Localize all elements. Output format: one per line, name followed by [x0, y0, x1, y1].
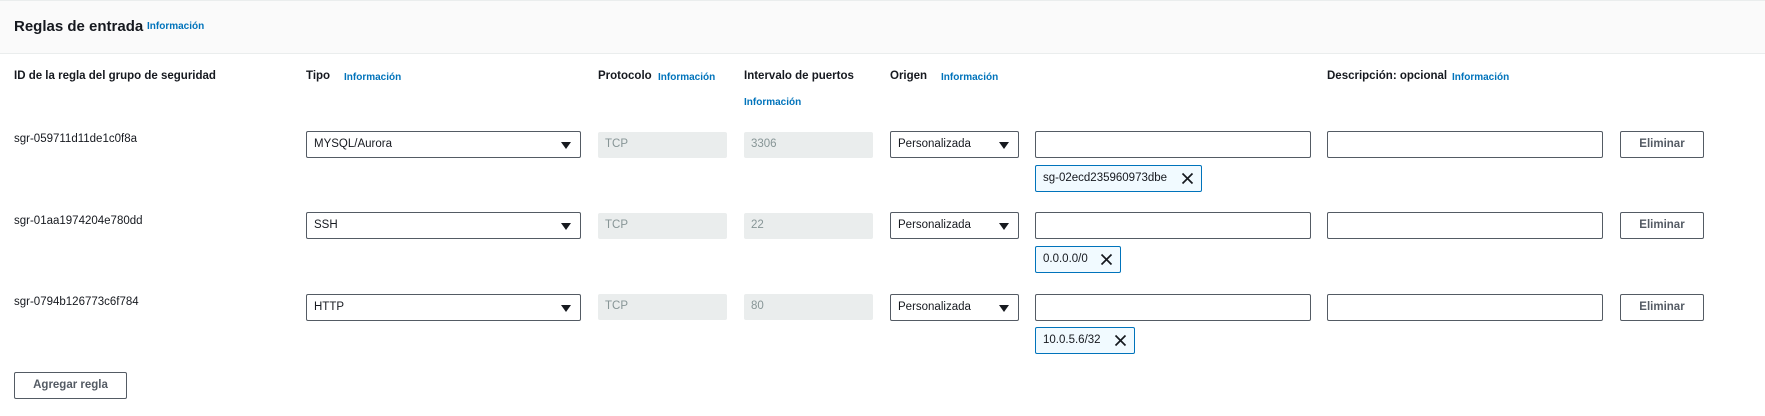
- close-icon[interactable]: [1100, 253, 1113, 266]
- source-info-link[interactable]: Información: [941, 72, 998, 83]
- delete-rule-button[interactable]: Eliminar: [1620, 294, 1704, 321]
- caret-down-icon: [561, 142, 571, 149]
- caret-down-icon: [999, 305, 1009, 312]
- source-type-select[interactable]: Personalizada: [890, 294, 1019, 321]
- close-icon[interactable]: [1181, 172, 1194, 185]
- add-rule-button[interactable]: Agregar regla: [14, 372, 127, 399]
- port-range-field: 22: [744, 213, 873, 239]
- column-header-source: Origen: [890, 70, 928, 82]
- type-select[interactable]: SSH: [306, 212, 581, 239]
- column-header-port-range: Intervalo de puertos: [744, 70, 854, 82]
- source-type-value: Personalizada: [898, 219, 971, 231]
- description-input[interactable]: [1327, 131, 1603, 158]
- description-input[interactable]: [1327, 294, 1603, 321]
- protocol-field: TCP: [598, 294, 727, 320]
- protocol-info-link[interactable]: Información: [658, 72, 715, 83]
- close-icon[interactable]: [1114, 334, 1127, 347]
- column-header-protocol: Protocolo: [598, 70, 652, 82]
- source-type-select[interactable]: Personalizada: [890, 212, 1019, 239]
- source-token: sg-02ecd235960973dbe: [1035, 165, 1202, 192]
- caret-down-icon: [561, 223, 571, 230]
- port-range-field: 3306: [744, 132, 873, 158]
- source-type-value: Personalizada: [898, 138, 971, 150]
- type-select-value: HTTP: [314, 301, 345, 313]
- description-info-link[interactable]: Información: [1452, 72, 1509, 83]
- source-token-value: 10.0.5.6/32: [1043, 334, 1101, 346]
- type-select-value: MYSQL/Aurora: [314, 138, 392, 150]
- type-info-link[interactable]: Información: [344, 72, 401, 83]
- type-select[interactable]: MYSQL/Aurora: [306, 131, 581, 158]
- section-header: Reglas de entrada Información: [0, 0, 1765, 54]
- column-header-rule-id: ID de la regla del grupo de seguridad: [14, 70, 216, 82]
- port-range-info-link[interactable]: Información: [744, 97, 801, 108]
- source-search-input[interactable]: [1035, 212, 1311, 239]
- description-input[interactable]: [1327, 212, 1603, 239]
- rule-id: sgr-0794b126773c6f784: [14, 296, 139, 308]
- protocol-field: TCP: [598, 213, 727, 239]
- port-range-field: 80: [744, 294, 873, 320]
- source-token: 0.0.0.0/0: [1035, 246, 1121, 273]
- delete-rule-button[interactable]: Eliminar: [1620, 131, 1704, 158]
- rule-id: sgr-059711d11de1c0f8a: [14, 133, 137, 145]
- caret-down-icon: [999, 142, 1009, 149]
- caret-down-icon: [561, 305, 571, 312]
- source-type-select[interactable]: Personalizada: [890, 131, 1019, 158]
- rule-id: sgr-01aa1974204e780dd: [14, 215, 143, 227]
- source-type-value: Personalizada: [898, 301, 971, 313]
- source-token: 10.0.5.6/32: [1035, 327, 1135, 354]
- source-token-value: 0.0.0.0/0: [1043, 253, 1088, 265]
- column-header-description: Descripción: opcional: [1327, 70, 1448, 82]
- type-select[interactable]: HTTP: [306, 294, 581, 321]
- section-info-link[interactable]: Información: [147, 21, 204, 32]
- source-token-value: sg-02ecd235960973dbe: [1043, 172, 1168, 184]
- caret-down-icon: [999, 223, 1009, 230]
- delete-rule-button[interactable]: Eliminar: [1620, 212, 1704, 239]
- source-search-input[interactable]: [1035, 131, 1311, 158]
- column-header-type: Tipo: [306, 70, 331, 82]
- source-search-input[interactable]: [1035, 294, 1311, 321]
- section-title: Reglas de entrada: [14, 18, 144, 35]
- protocol-field: TCP: [598, 132, 727, 158]
- type-select-value: SSH: [314, 219, 338, 231]
